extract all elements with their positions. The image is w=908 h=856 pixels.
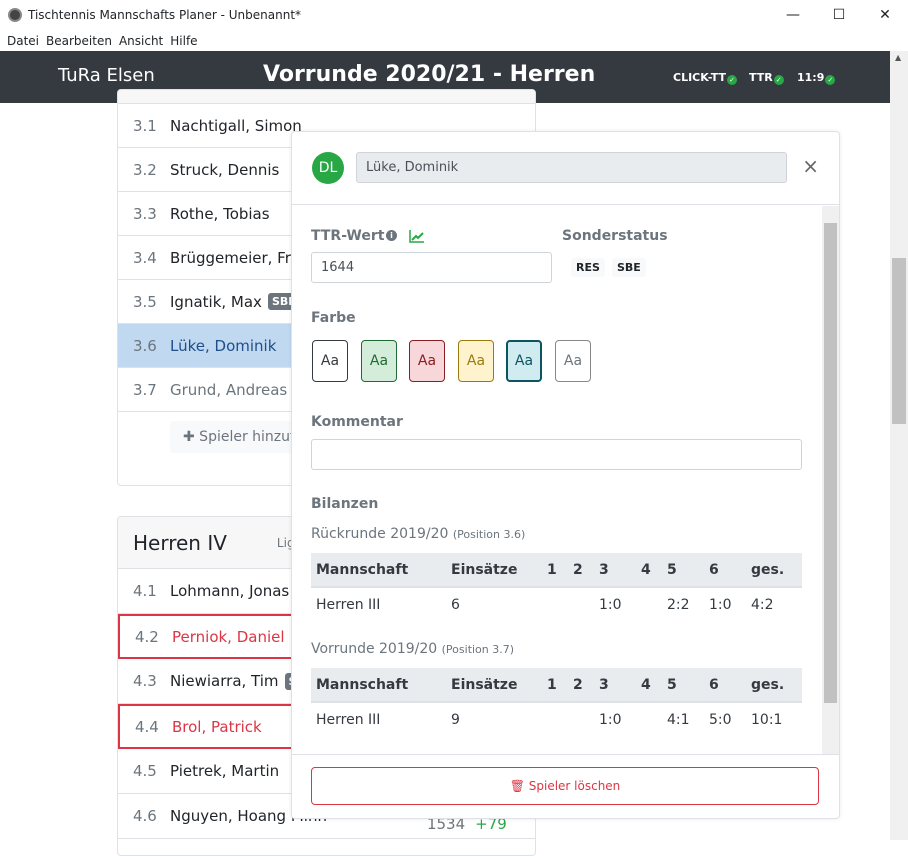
check-circle-icon: ✓ — [727, 75, 738, 85]
player-name: Rothe, Tobias — [170, 204, 270, 223]
page-title: Vorrunde 2020/21 - Herren — [263, 62, 596, 87]
player-name: Lüke, Dominik — [170, 336, 277, 355]
player-position: 3.6 — [133, 336, 157, 355]
status-label: TTR — [749, 70, 773, 84]
status-ttr[interactable]: TTR ✓ — [749, 69, 784, 85]
app-icon — [8, 8, 22, 22]
color-swatch-yellow[interactable]: Aa — [458, 340, 494, 382]
close-icon[interactable]: × — [802, 154, 819, 178]
player-name-input[interactable]: Lüke, Dominik — [356, 152, 787, 183]
kommentar-label: Kommentar — [311, 414, 403, 430]
panel-scrollbar[interactable] — [822, 206, 839, 755]
table-row: Herren III 9 1:0 4:1 5:0 10:1 — [316, 711, 783, 728]
color-swatch-default[interactable]: Aa — [312, 340, 348, 382]
menu-hilfe[interactable]: Hilfe — [170, 34, 197, 48]
check-circle-icon: ✓ — [825, 75, 836, 85]
close-window-button[interactable]: ✕ — [862, 0, 908, 30]
ttr-label: TTR-Wert — [311, 228, 385, 244]
window-title: Tischtennis Mannschafts Planer - Unbenan… — [28, 8, 302, 22]
res-toggle[interactable]: RES — [571, 258, 605, 277]
player-name: Nachtigall, Simon — [170, 116, 302, 135]
player-position: 3.4 — [133, 248, 157, 267]
player-position: 4.5 — [133, 762, 157, 780]
sonderstatus-label: Sonderstatus — [562, 228, 668, 244]
player-detail-panel: DL Lüke, Dominik × TTR-Wert i 1644 Sonde… — [291, 131, 840, 819]
kommentar-input[interactable] — [311, 439, 802, 470]
status-label: CLICK-TT — [673, 70, 727, 84]
color-swatch-grey[interactable]: Aa — [555, 340, 591, 382]
player-name: Struck, Dennis — [170, 160, 280, 179]
chart-line-icon[interactable] — [409, 229, 425, 243]
player-position: 4.2 — [135, 627, 159, 646]
player-name: Pietrek, Martin — [170, 762, 280, 780]
status-label: 11:9 — [797, 70, 825, 84]
player-name: Lohmann, Jonas — [170, 582, 290, 600]
sbe-toggle[interactable]: SBE — [612, 258, 646, 277]
player-position: 3.5 — [133, 292, 157, 311]
info-icon[interactable]: i — [386, 230, 397, 241]
ttr-input[interactable]: 1644 — [311, 252, 552, 283]
player-name: Niewiarra, Tim — [170, 672, 279, 690]
title-bar: Tischtennis Mannschafts Planer - Unbenan… — [0, 0, 908, 30]
player-name: Brol, Patrick — [172, 717, 262, 736]
player-position: 3.3 — [133, 204, 157, 223]
season-title: Rückrunde 2019/20 (Position 3.6) — [311, 526, 526, 542]
status-clicktt[interactable]: CLICK-TT ✓ — [673, 69, 738, 85]
bilanz-table: Mannschaft Einsätze 1 2 3 4 5 6 ges. Herren III 6… — [311, 553, 802, 621]
color-swatch-green[interactable]: Aa — [361, 340, 397, 382]
player-position: 3.7 — [133, 380, 157, 399]
menu-datei[interactable]: Datei — [7, 34, 39, 48]
farbe-label: Farbe — [311, 310, 356, 326]
player-position: 3.1 — [133, 116, 157, 135]
player-position: 4.1 — [133, 582, 157, 600]
season-title: Vorrunde 2019/20 (Position 3.7) — [311, 641, 515, 657]
team-name: Herren IV — [133, 530, 227, 555]
player-name: Perniok, Daniel — [172, 627, 285, 646]
page-scrollbar[interactable]: ▲ — [890, 51, 908, 840]
check-circle-icon: ✓ — [773, 75, 784, 85]
maximize-button[interactable]: ☐ — [816, 0, 862, 30]
menu-bearbeiten[interactable]: Bearbeiten — [46, 34, 112, 48]
player-position: 3.2 — [133, 160, 157, 179]
player-name: Grund, Andreas — [170, 380, 288, 399]
table-row: Herren III 6 1:0 2:2 1:0 4:2 — [316, 596, 774, 613]
delete-player-button[interactable]: 🗑 Spieler löschen — [311, 767, 819, 805]
minimize-button[interactable]: — — [770, 0, 816, 30]
bilanz-table: Mannschaft Einsätze 1 2 3 4 5 6 ges. Herren III 9… — [311, 668, 802, 736]
club-name[interactable]: TuRa Elsen — [58, 65, 155, 86]
player-position: 4.4 — [135, 717, 159, 736]
avatar: DL — [312, 152, 344, 184]
player-name: Ignatik, Max — [170, 292, 262, 311]
menu-ansicht[interactable]: Ansicht — [119, 34, 163, 48]
player-position: 4.6 — [133, 807, 157, 825]
status-score[interactable]: 11:9 ✓ — [797, 69, 836, 85]
color-swatch-blue-selected[interactable]: Aa — [506, 340, 542, 382]
player-position: 4.3 — [133, 672, 157, 690]
menu-bar: Datei Bearbeiten Ansicht Hilfe — [0, 30, 908, 51]
bilanzen-label: Bilanzen — [311, 496, 379, 512]
color-swatch-red[interactable]: Aa — [409, 340, 445, 382]
